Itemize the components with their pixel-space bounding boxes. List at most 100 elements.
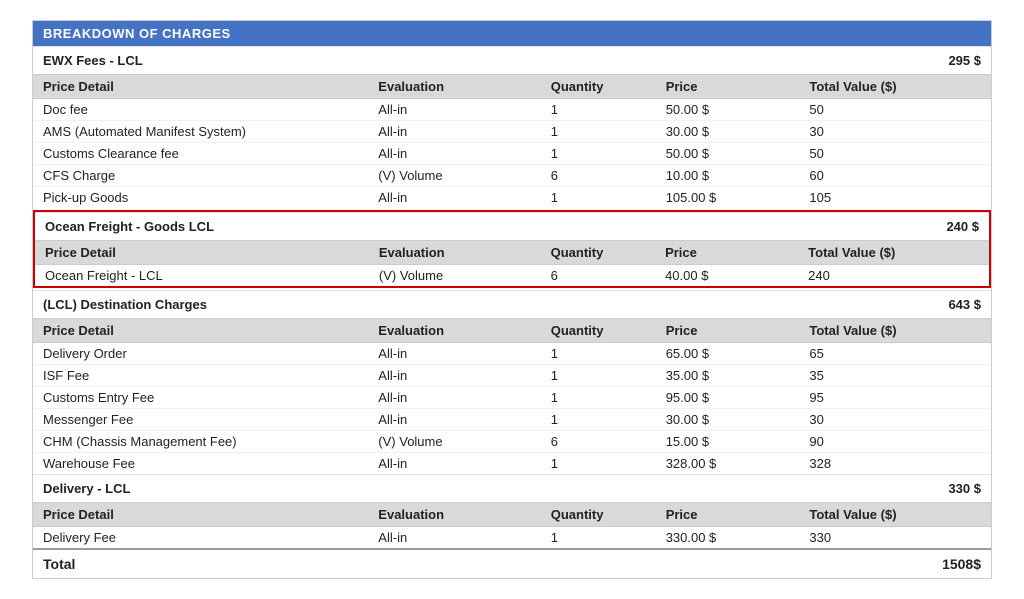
td-ocean-0-4: 240 bbox=[798, 265, 989, 287]
td-destination-3-3: 30.00 $ bbox=[656, 409, 800, 431]
section-total-destination: 643 $ bbox=[948, 297, 981, 312]
td-delivery-0-0: Delivery Fee bbox=[33, 527, 368, 549]
td-exw-4-0: Pick-up Goods bbox=[33, 187, 368, 209]
table-row: CFS Charge(V) Volume610.00 $60 bbox=[33, 165, 991, 187]
td-destination-3-0: Messenger Fee bbox=[33, 409, 368, 431]
td-ocean-0-3: 40.00 $ bbox=[655, 265, 798, 287]
td-exw-3-3: 10.00 $ bbox=[656, 165, 800, 187]
section-ocean-wrapper: Ocean Freight - Goods LCL 240 $ Price Deta… bbox=[33, 210, 991, 288]
th-delivery-0: Price Detail bbox=[33, 503, 368, 527]
td-destination-1-0: ISF Fee bbox=[33, 365, 368, 387]
section-title-exw: EWX Fees - LCL bbox=[43, 53, 143, 68]
table-row: AMS (Automated Manifest System)All-in130… bbox=[33, 121, 991, 143]
td-destination-3-1: All-in bbox=[368, 409, 540, 431]
th-ocean-2: Quantity bbox=[541, 241, 655, 265]
th-destination-3: Price bbox=[656, 319, 800, 343]
td-exw-1-0: AMS (Automated Manifest System) bbox=[33, 121, 368, 143]
td-destination-2-2: 1 bbox=[541, 387, 656, 409]
td-exw-1-4: 30 bbox=[799, 121, 991, 143]
total-label: Total bbox=[43, 556, 75, 572]
td-destination-2-4: 95 bbox=[799, 387, 991, 409]
td-destination-5-2: 1 bbox=[541, 453, 656, 475]
table-ocean: Price DetailEvaluationQuantityPriceTotal… bbox=[35, 240, 989, 286]
th-destination-1: Evaluation bbox=[368, 319, 540, 343]
section-header-delivery: Delivery - LCL 330 $ bbox=[33, 474, 991, 502]
td-destination-0-1: All-in bbox=[368, 343, 540, 365]
td-exw-0-2: 1 bbox=[541, 99, 656, 121]
section-total-exw: 295 $ bbox=[948, 53, 981, 68]
section-total-ocean: 240 $ bbox=[946, 219, 979, 234]
td-destination-4-2: 6 bbox=[541, 431, 656, 453]
table-delivery: Price DetailEvaluationQuantityPriceTotal… bbox=[33, 502, 991, 548]
th-ocean-3: Price bbox=[655, 241, 798, 265]
td-destination-5-0: Warehouse Fee bbox=[33, 453, 368, 475]
td-exw-3-1: (V) Volume bbox=[368, 165, 540, 187]
th-exw-4: Total Value ($) bbox=[799, 75, 991, 99]
th-exw-3: Price bbox=[656, 75, 800, 99]
td-ocean-0-1: (V) Volume bbox=[369, 265, 541, 287]
td-ocean-0-2: 6 bbox=[541, 265, 655, 287]
th-delivery-4: Total Value ($) bbox=[799, 503, 991, 527]
charges-container: BREAKDOWN OF CHARGES EWX Fees - LCL 295 $… bbox=[32, 20, 992, 579]
td-destination-0-4: 65 bbox=[799, 343, 991, 365]
td-destination-4-1: (V) Volume bbox=[368, 431, 540, 453]
table-row: ISF FeeAll-in135.00 $35 bbox=[33, 365, 991, 387]
th-ocean-1: Evaluation bbox=[369, 241, 541, 265]
td-exw-1-3: 30.00 $ bbox=[656, 121, 800, 143]
td-destination-5-1: All-in bbox=[368, 453, 540, 475]
td-exw-4-1: All-in bbox=[368, 187, 540, 209]
td-destination-5-4: 328 bbox=[799, 453, 991, 475]
th-ocean-4: Total Value ($) bbox=[798, 241, 989, 265]
td-exw-2-3: 50.00 $ bbox=[656, 143, 800, 165]
table-row: Customs Entry FeeAll-in195.00 $95 bbox=[33, 387, 991, 409]
td-delivery-0-4: 330 bbox=[799, 527, 991, 549]
td-delivery-0-2: 1 bbox=[541, 527, 656, 549]
section-title-destination: (LCL) Destination Charges bbox=[43, 297, 207, 312]
section-title-ocean: Ocean Freight - Goods LCL bbox=[45, 219, 214, 234]
td-exw-1-1: All-in bbox=[368, 121, 540, 143]
td-exw-4-2: 1 bbox=[541, 187, 656, 209]
td-exw-2-2: 1 bbox=[541, 143, 656, 165]
td-exw-2-1: All-in bbox=[368, 143, 540, 165]
table-row: Doc feeAll-in150.00 $50 bbox=[33, 99, 991, 121]
td-destination-0-2: 1 bbox=[541, 343, 656, 365]
th-delivery-2: Quantity bbox=[541, 503, 656, 527]
td-destination-0-0: Delivery Order bbox=[33, 343, 368, 365]
table-row: Ocean Freight - LCL(V) Volume640.00 $240 bbox=[35, 265, 989, 287]
td-exw-4-4: 105 bbox=[799, 187, 991, 209]
table-row: Delivery OrderAll-in165.00 $65 bbox=[33, 343, 991, 365]
section-title-delivery: Delivery - LCL bbox=[43, 481, 130, 496]
td-exw-0-4: 50 bbox=[799, 99, 991, 121]
th-exw-1: Evaluation bbox=[368, 75, 540, 99]
td-exw-1-2: 1 bbox=[541, 121, 656, 143]
header-title: BREAKDOWN OF CHARGES bbox=[43, 26, 231, 41]
section-header-ocean: Ocean Freight - Goods LCL 240 $ bbox=[35, 212, 989, 240]
th-destination-4: Total Value ($) bbox=[799, 319, 991, 343]
th-exw-2: Quantity bbox=[541, 75, 656, 99]
td-destination-1-3: 35.00 $ bbox=[656, 365, 800, 387]
td-exw-3-2: 6 bbox=[541, 165, 656, 187]
table-row: Customs Clearance feeAll-in150.00 $50 bbox=[33, 143, 991, 165]
table-row: Delivery FeeAll-in1330.00 $330 bbox=[33, 527, 991, 549]
section-total-delivery: 330 $ bbox=[948, 481, 981, 496]
td-destination-0-3: 65.00 $ bbox=[656, 343, 800, 365]
td-destination-3-2: 1 bbox=[541, 409, 656, 431]
td-destination-3-4: 30 bbox=[799, 409, 991, 431]
td-exw-0-3: 50.00 $ bbox=[656, 99, 800, 121]
table-destination: Price DetailEvaluationQuantityPriceTotal… bbox=[33, 318, 991, 474]
td-destination-1-4: 35 bbox=[799, 365, 991, 387]
th-destination-0: Price Detail bbox=[33, 319, 368, 343]
td-delivery-0-1: All-in bbox=[368, 527, 540, 549]
td-exw-4-3: 105.00 $ bbox=[656, 187, 800, 209]
section-header-exw: EWX Fees - LCL 295 $ bbox=[33, 46, 991, 74]
total-value: 1508$ bbox=[942, 556, 981, 572]
section-header-destination: (LCL) Destination Charges 643 $ bbox=[33, 290, 991, 318]
table-row: Warehouse FeeAll-in1328.00 $328 bbox=[33, 453, 991, 475]
td-exw-0-0: Doc fee bbox=[33, 99, 368, 121]
table-exw: Price DetailEvaluationQuantityPriceTotal… bbox=[33, 74, 991, 208]
table-row: Pick-up GoodsAll-in1105.00 $105 bbox=[33, 187, 991, 209]
breakdown-header: BREAKDOWN OF CHARGES bbox=[33, 21, 991, 46]
td-destination-1-1: All-in bbox=[368, 365, 540, 387]
td-delivery-0-3: 330.00 $ bbox=[656, 527, 800, 549]
td-exw-2-0: Customs Clearance fee bbox=[33, 143, 368, 165]
